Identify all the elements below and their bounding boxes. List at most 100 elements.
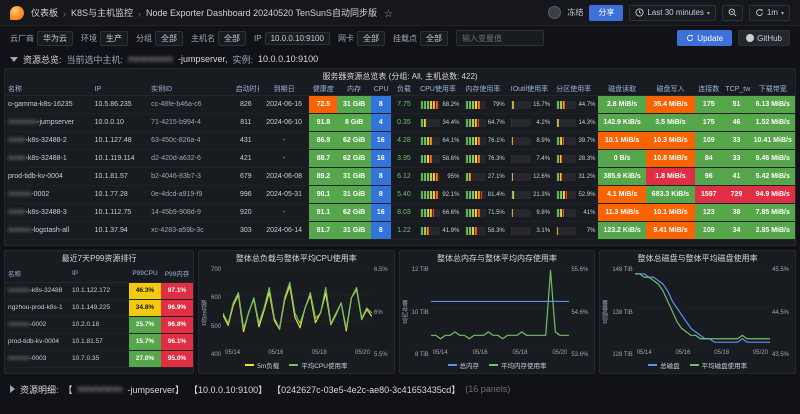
variable-dropdown[interactable]: 全部 (155, 31, 183, 46)
column-header[interactable]: TCP_tw (722, 83, 750, 96)
column-header[interactable]: 名称 (5, 83, 92, 96)
host-name-link[interactable]: -jumpserver (37, 119, 74, 126)
freeze-button[interactable]: 冻结 (567, 7, 583, 18)
host-name-link[interactable]: o-gamma-k8s-16235 (8, 101, 73, 108)
host-name-link[interactable]: -k8s-32488-3 (26, 209, 67, 216)
led-gauge: 9.8% (511, 204, 550, 221)
column-header[interactable]: IP (92, 83, 148, 96)
column-header[interactable]: CPU (371, 83, 391, 96)
host-name-link[interactable]: -0002 (31, 191, 49, 198)
gauge-fill (465, 101, 481, 109)
gauge-value: 76.3% (488, 156, 505, 162)
refresh-interval-picker[interactable]: 1m (749, 5, 790, 21)
column-header[interactable]: IP (69, 265, 129, 282)
favorite-star-icon[interactable] (379, 4, 393, 22)
host-name-link[interactable]: -k8s-32488-1 (26, 155, 67, 162)
p99-memory-cell: 96.1% (161, 333, 193, 350)
legend-item[interactable]: 5m负载 (245, 360, 279, 370)
column-header[interactable]: 内存 (337, 83, 370, 96)
zoom-out-button[interactable] (722, 5, 743, 21)
variable-dropdown[interactable]: 生产 (100, 31, 128, 46)
gauge-track (420, 227, 440, 235)
gauge-value: 3.1% (533, 228, 550, 234)
disk-write-cell: 9.41 MiB/s (646, 222, 695, 240)
gauge-value: 7% (578, 228, 595, 234)
redacted-text: mmm (8, 155, 26, 162)
gauge-cell: 66.6% (417, 204, 462, 222)
gauge-track (420, 173, 440, 181)
breadcrumb-dashboards[interactable]: 仪表板 (31, 6, 58, 19)
variable-dropdown[interactable]: 全部 (357, 31, 385, 46)
gauge-fill (420, 227, 429, 235)
connections-cell: 84 (695, 150, 722, 168)
host-name-link[interactable]: -k8s-32488 (30, 287, 63, 294)
column-header[interactable]: 分区使用率 (553, 83, 598, 96)
gauge-cell: 76.3% (462, 150, 507, 168)
update-button[interactable]: Update (677, 30, 732, 46)
host-name-link[interactable]: ngzhou-prod-k8s-1 (8, 304, 63, 311)
github-button-label: GitHub (757, 34, 782, 43)
detail-panels-count: (16 panels) (465, 384, 510, 394)
connections-cell: 96 (695, 168, 722, 186)
column-header[interactable]: 磁盘写入 (646, 83, 695, 96)
variable-dropdown[interactable]: 华为云 (37, 31, 73, 46)
gauge-cell: 21.3% (508, 186, 553, 204)
variable-value-input[interactable] (456, 30, 544, 46)
breadcrumb-separator-icon (135, 4, 144, 22)
column-header[interactable]: 负载 (391, 83, 417, 96)
column-header[interactable]: 内存使用率 (462, 83, 507, 96)
legend-item[interactable]: 平均内存使用率 (489, 360, 547, 370)
column-header[interactable]: 到期日 (259, 83, 309, 96)
column-header[interactable]: 磁盘读取 (598, 83, 645, 96)
variable-dropdown[interactable]: 全部 (218, 31, 246, 46)
ip-cell: 10.1.81.57 (69, 333, 129, 350)
column-header[interactable]: 名称 (5, 265, 69, 282)
time-range-picker[interactable]: Last 30 minutes (629, 5, 716, 21)
column-header[interactable]: 启动时长 (233, 83, 259, 96)
detail-section-header[interactable]: 资源明细: 【 mmmmmm -jumpserver】 【10.0.0.10:9… (0, 380, 800, 398)
host-name-link[interactable]: prod-tidb-kv-0004 (8, 173, 63, 180)
host-name-cell: mmmm-0003 (5, 350, 69, 367)
load-cell: 8.03 (391, 204, 417, 222)
user-avatar[interactable] (548, 6, 561, 19)
column-header[interactable]: P99内存 (161, 265, 193, 282)
column-header[interactable]: CPU使用率 (417, 83, 462, 96)
gauge-track (511, 173, 531, 181)
led-gauge: 14.3% (556, 114, 595, 131)
gauge-value: 76.1% (488, 138, 505, 144)
gauge-cell: 58.3% (462, 222, 507, 240)
grafana-logo-icon[interactable] (10, 6, 24, 20)
breadcrumb-dashboard-title[interactable]: Node Exporter Dashboard 20240520 TenSunS… (146, 6, 377, 19)
cpu-count-cell: 4 (371, 114, 391, 132)
share-button[interactable]: 分享 (589, 5, 623, 21)
legend-swatch (489, 364, 498, 366)
variable-dropdown[interactable]: 10.0.0.10:9100 (265, 32, 330, 45)
column-header[interactable]: P99CPU (129, 265, 161, 282)
github-button[interactable]: GitHub (738, 30, 790, 46)
plot-area (635, 267, 770, 349)
variable-dropdown[interactable]: 全部 (420, 31, 448, 46)
cpu-count-cell: 16 (371, 204, 391, 222)
column-header[interactable]: 实例ID (148, 83, 233, 96)
gauge-cell: 34.4% (417, 114, 462, 132)
column-header[interactable]: 下载带宽 (751, 83, 795, 96)
breadcrumb-folder[interactable]: K8S与主机监控 (71, 6, 133, 19)
gauge-track (420, 101, 440, 109)
redacted-text: mmm (8, 209, 26, 216)
host-name-link[interactable]: -logstash-all (31, 227, 69, 234)
column-header[interactable]: 健康度 (309, 83, 337, 96)
legend-item[interactable]: 总磁盘 (648, 360, 680, 370)
column-header[interactable]: IOutil使用率 (508, 83, 553, 96)
column-header[interactable]: 连接数 (695, 83, 722, 96)
health-score-cell: 86.9 (309, 132, 337, 150)
host-name-link[interactable]: prod-tidb-kv-0004 (8, 338, 59, 345)
overview-section-header[interactable]: 资源总览: 当前选中主机: mmmmmm -jumpserver, 实例: 10… (0, 50, 800, 68)
host-name-link[interactable]: -0003 (30, 355, 47, 362)
led-gauge: 44.7% (556, 96, 595, 113)
host-name-link[interactable]: -0002 (30, 321, 47, 328)
host-name-link[interactable]: -k8s-32488-2 (26, 137, 67, 144)
legend-item[interactable]: 平均CPU使用率 (289, 360, 347, 370)
legend-item[interactable]: 平均磁盘使用率 (690, 360, 748, 370)
overview-instance-label: 实例: (233, 53, 254, 66)
legend-item[interactable]: 总内存 (448, 360, 480, 370)
